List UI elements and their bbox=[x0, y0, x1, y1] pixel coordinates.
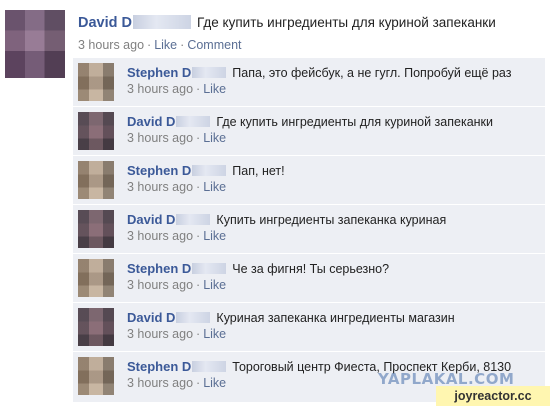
comment-message: Пап, нет! bbox=[232, 164, 285, 178]
separator-dot: · bbox=[196, 376, 201, 390]
like-button[interactable]: Like bbox=[203, 131, 226, 145]
avatar[interactable] bbox=[78, 259, 114, 297]
separator-dot: · bbox=[196, 82, 201, 96]
comment-item: David D Где купить ингредиенты для курино… bbox=[73, 106, 545, 153]
comment-item: Stephen D Пап, нет! 3 hours ago · Like bbox=[73, 155, 545, 202]
redacted-name-blur bbox=[176, 312, 211, 323]
comment-timestamp[interactable]: 3 hours ago bbox=[127, 82, 193, 96]
separator-dot: · bbox=[196, 229, 201, 243]
comment-timestamp[interactable]: 3 hours ago bbox=[127, 376, 193, 390]
comment-item: David D Куриная запеканка ингредиенты маг… bbox=[73, 302, 545, 349]
comment-author-link[interactable]: Stephen D bbox=[127, 163, 191, 178]
separator-dot: · bbox=[196, 180, 201, 194]
comment-message: Че за фигня! Ты серьезно? bbox=[232, 262, 390, 276]
comment-message: Куриная запеканка ингредиенты магазин bbox=[216, 311, 455, 325]
facebook-post: David D Где купить ингредиенты для курино… bbox=[0, 0, 550, 406]
avatar[interactable] bbox=[78, 112, 114, 150]
comment-item: Stephen D Папа, это фейсбук, а не гугл. П… bbox=[73, 57, 545, 104]
post-timestamp[interactable]: 3 hours ago bbox=[78, 38, 144, 52]
comment-author-link[interactable]: David D bbox=[127, 310, 175, 325]
like-button[interactable]: Like bbox=[154, 38, 177, 52]
post-message: Где купить ингредиенты для куриной запек… bbox=[197, 15, 496, 30]
post-meta: 3 hours ago · Like · Comment bbox=[78, 38, 242, 52]
separator-dot: · bbox=[147, 38, 152, 52]
separator-dot: · bbox=[196, 278, 201, 292]
like-button[interactable]: Like bbox=[203, 82, 226, 96]
comment-timestamp[interactable]: 3 hours ago bbox=[127, 229, 193, 243]
separator-dot: · bbox=[180, 38, 185, 52]
like-button[interactable]: Like bbox=[203, 327, 226, 341]
avatar[interactable] bbox=[78, 357, 114, 395]
avatar[interactable] bbox=[78, 161, 114, 199]
comment-author-link[interactable]: David D bbox=[127, 212, 175, 227]
post-header: David D Где купить ингредиенты для курино… bbox=[78, 14, 496, 34]
comment-list: Stephen D Папа, это фейсбук, а не гугл. П… bbox=[73, 57, 545, 402]
separator-dot: · bbox=[196, 131, 201, 145]
redacted-name-blur bbox=[192, 67, 227, 78]
redacted-name-blur bbox=[192, 263, 227, 274]
comment-timestamp[interactable]: 3 hours ago bbox=[127, 327, 193, 341]
comment-message: Где купить ингредиенты для куриной запек… bbox=[216, 115, 494, 129]
redacted-name-blur bbox=[192, 165, 227, 176]
comment-author-link[interactable]: Stephen D bbox=[127, 359, 191, 374]
comment-item: Stephen D Че за фигня! Ты серьезно? 3 hou… bbox=[73, 253, 545, 300]
comment-message: Купить ингредиенты запеканка куриная bbox=[216, 213, 447, 227]
comment-timestamp[interactable]: 3 hours ago bbox=[127, 131, 193, 145]
like-button[interactable]: Like bbox=[203, 229, 226, 243]
redacted-name-blur bbox=[176, 214, 211, 225]
comment-item: David D Купить ингредиенты запеканка кури… bbox=[73, 204, 545, 251]
redacted-name-blur bbox=[133, 15, 191, 29]
avatar[interactable] bbox=[78, 63, 114, 101]
comment-author-link[interactable]: Stephen D bbox=[127, 261, 191, 276]
avatar[interactable] bbox=[78, 210, 114, 248]
like-button[interactable]: Like bbox=[203, 180, 226, 194]
comment-message: Папа, это фейсбук, а не гугл. Попробуй е… bbox=[232, 66, 512, 80]
like-button[interactable]: Like bbox=[203, 278, 226, 292]
joyreactor-watermark: joyreactor.cc bbox=[436, 386, 550, 406]
redacted-name-blur bbox=[192, 361, 227, 372]
comment-button[interactable]: Comment bbox=[187, 38, 241, 52]
like-button[interactable]: Like bbox=[203, 376, 226, 390]
comment-author-link[interactable]: David D bbox=[127, 114, 175, 129]
avatar[interactable] bbox=[5, 10, 65, 78]
comment-author-link[interactable]: Stephen D bbox=[127, 65, 191, 80]
separator-dot: · bbox=[196, 327, 201, 341]
redacted-name-blur bbox=[176, 116, 211, 127]
post-author-link[interactable]: David D bbox=[78, 15, 132, 31]
comment-timestamp[interactable]: 3 hours ago bbox=[127, 278, 193, 292]
comment-timestamp[interactable]: 3 hours ago bbox=[127, 180, 193, 194]
avatar[interactable] bbox=[78, 308, 114, 346]
